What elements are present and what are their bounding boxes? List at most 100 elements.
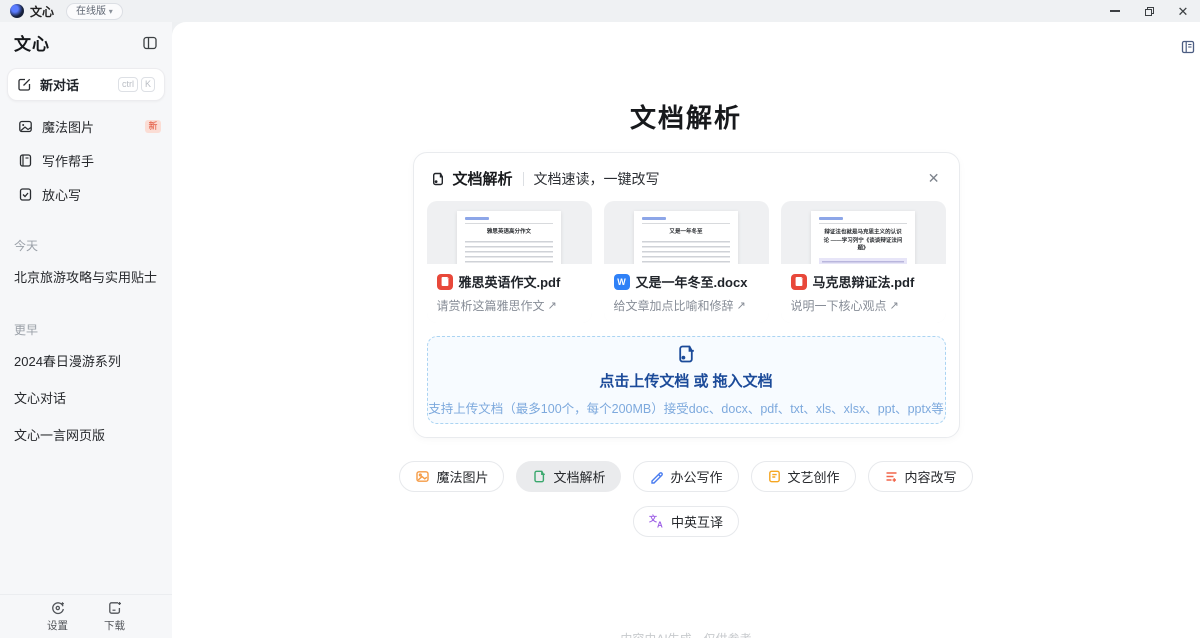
app-name: 文心 bbox=[30, 3, 54, 20]
upload-hint: 支持上传文档（最多100个，每个200MB）接受doc、docx、pdf、txt… bbox=[428, 398, 943, 417]
promo-header: 文档解析 文档速读，一键改写 ✕ bbox=[427, 166, 946, 189]
pdf-file-icon bbox=[437, 274, 453, 290]
quick-action-label: 内容改写 bbox=[905, 467, 957, 486]
quick-action-label: 办公写作 bbox=[670, 467, 722, 486]
new-badge: 新 bbox=[145, 120, 161, 133]
preview-label-bar bbox=[642, 217, 666, 220]
promo-title: 文档解析 bbox=[453, 168, 513, 189]
preview-rule bbox=[642, 223, 730, 224]
ai-disclaimer: 内容由AI生成，仅供参考 bbox=[172, 630, 1200, 638]
quick-action-translate[interactable]: 文A 中英互译 bbox=[633, 506, 739, 537]
example-doc-card-winter[interactable]: 又是一年冬至 W 又是一年冬至.docx 给文章加点比喻和修辞 ↗ bbox=[604, 201, 769, 323]
preview-rule bbox=[819, 223, 907, 224]
doc-prompt: 说明一下核心观点 ↗ bbox=[791, 297, 936, 314]
gear-icon bbox=[50, 600, 66, 616]
close-button[interactable]: ✕ bbox=[1166, 0, 1200, 22]
notebook-icon bbox=[18, 153, 33, 168]
document-icon bbox=[535, 471, 545, 481]
document-edit-icon bbox=[769, 471, 778, 481]
doc-parse-icon bbox=[430, 171, 446, 187]
quick-action-office-writing[interactable]: 办公写作 bbox=[633, 461, 738, 492]
preview-label-bar bbox=[465, 217, 489, 220]
divider bbox=[523, 172, 524, 186]
download-button[interactable]: 下载 bbox=[104, 600, 125, 633]
example-docs: 雅思英语高分作文 雅思英语作文.pdf 请赏析这篇雅思作文 ↗ bbox=[427, 201, 946, 323]
sidebar-collapse-button[interactable] bbox=[142, 35, 158, 51]
preview-title: 又是一年冬至 bbox=[646, 228, 727, 236]
sidebar-item-label: 魔法图片 bbox=[42, 117, 94, 136]
quick-action-literary-creation[interactable]: 文艺创作 bbox=[751, 461, 856, 492]
image-icon bbox=[417, 472, 428, 481]
history-section-today: 今天 bbox=[0, 211, 172, 258]
sidebar-item-safe-write[interactable]: 放心写 bbox=[0, 177, 172, 211]
preview-label-bar bbox=[819, 217, 843, 220]
sidebar-item-label: 写作帮手 bbox=[42, 151, 94, 170]
upload-title: 点击上传文档 或 拖入文档 bbox=[599, 370, 772, 391]
example-doc-card-ielts[interactable]: 雅思英语高分作文 雅思英语作文.pdf 请赏析这篇雅思作文 ↗ bbox=[427, 201, 592, 323]
file-name: 雅思英语作文.pdf bbox=[459, 272, 561, 291]
svg-text:A: A bbox=[657, 521, 663, 530]
preview-title: 雅思英语高分作文 bbox=[469, 228, 550, 236]
new-chat-icon bbox=[17, 77, 32, 92]
right-panel-toggle-button[interactable] bbox=[1181, 40, 1195, 54]
file-name: 又是一年冬至.docx bbox=[636, 272, 748, 291]
doc-prompt: 给文章加点比喻和修辞 ↗ bbox=[614, 297, 759, 314]
upload-doc-icon bbox=[675, 343, 697, 365]
promo-close-button[interactable]: ✕ bbox=[925, 170, 943, 187]
window-controls: ✕ bbox=[1098, 0, 1200, 22]
promo-subtitle: 文档速读，一键改写 bbox=[534, 169, 660, 189]
quick-action-magic-images[interactable]: 魔法图片 bbox=[399, 461, 504, 492]
preview-title: 辩证法也就是马克思主义的认识论 ——学习列宁《谈谈辩证法问题》 bbox=[823, 229, 904, 253]
minimize-button[interactable] bbox=[1098, 0, 1132, 22]
chevron-down-icon: ▾ bbox=[109, 7, 113, 16]
document-check-icon bbox=[18, 187, 33, 202]
settings-button[interactable]: 设置 bbox=[47, 600, 68, 633]
main-content: 文档解析 文档解析 文档速读，一键改写 ✕ 雅思英语高分作文 bbox=[172, 22, 1200, 638]
doc-info: W 又是一年冬至.docx 给文章加点比喻和修辞 ↗ bbox=[604, 264, 769, 323]
doc-parse-promo-card: 文档解析 文档速读，一键改写 ✕ 雅思英语高分作文 雅思英语作文.pdf bbox=[413, 152, 960, 438]
titlebar: 文心 在线版 ▾ ✕ bbox=[0, 0, 1200, 22]
download-icon bbox=[107, 600, 123, 616]
download-label: 下载 bbox=[104, 618, 125, 633]
shortcut-k: K bbox=[141, 77, 155, 92]
quick-action-label: 魔法图片 bbox=[436, 467, 488, 486]
panel-icon bbox=[1181, 40, 1195, 54]
arrow-up-right-icon: ↗ bbox=[548, 299, 557, 312]
quick-action-content-rewrite[interactable]: 内容改写 bbox=[868, 461, 973, 492]
history-item[interactable]: 文心对话 bbox=[0, 379, 172, 416]
history-item[interactable]: 北京旅游攻略与实用贴士 bbox=[0, 258, 172, 295]
quick-action-doc-parse[interactable]: 文档解析 bbox=[516, 461, 621, 492]
shortcut-badges: ctrl K bbox=[118, 77, 155, 92]
example-doc-card-marx[interactable]: 辩证法也就是马克思主义的认识论 ——学习列宁《谈谈辩证法问题》 马克思辩证法.p… bbox=[781, 201, 946, 323]
sidebar-item-writing-helper[interactable]: 写作帮手 bbox=[0, 143, 172, 177]
sidebar-item-label: 放心写 bbox=[42, 185, 81, 204]
settings-label: 设置 bbox=[47, 618, 68, 633]
arrow-up-right-icon: ↗ bbox=[890, 299, 899, 312]
shortcut-ctrl: ctrl bbox=[118, 77, 138, 92]
close-icon: ✕ bbox=[1178, 5, 1189, 18]
doc-prompt: 请赏析这篇雅思作文 ↗ bbox=[437, 297, 582, 314]
quick-action-label: 文档解析 bbox=[553, 467, 605, 486]
app-logo-icon bbox=[10, 4, 24, 18]
maximize-button[interactable] bbox=[1132, 0, 1166, 22]
preview-rule bbox=[465, 223, 553, 224]
version-dropdown[interactable]: 在线版 ▾ bbox=[66, 3, 123, 20]
sidebar: 文心 新对话 ctrl K 魔法图片 新 写作帮手 放心写 今天 北京旅游攻略与… bbox=[0, 22, 172, 638]
history-item[interactable]: 2024春日漫游系列 bbox=[0, 342, 172, 379]
arrow-up-right-icon: ↗ bbox=[737, 299, 746, 312]
minimize-icon bbox=[1110, 10, 1120, 12]
sidebar-item-magic-images[interactable]: 魔法图片 新 bbox=[0, 109, 172, 143]
word-file-icon: W bbox=[614, 274, 630, 290]
collapse-panel-icon bbox=[142, 35, 158, 51]
new-chat-button[interactable]: 新对话 ctrl K bbox=[7, 68, 165, 101]
pdf-file-icon bbox=[791, 274, 807, 290]
new-chat-label: 新对话 bbox=[40, 75, 79, 94]
quick-actions-row-2: 文A 中英互译 bbox=[172, 506, 1200, 537]
sidebar-nav: 魔法图片 新 写作帮手 放心写 bbox=[0, 109, 172, 211]
page-title: 文档解析 bbox=[172, 98, 1200, 135]
history-item[interactable]: 文心一言网页版 bbox=[0, 416, 172, 453]
quick-actions-row-1: 魔法图片 文档解析 办公写作 文艺创作 内容改写 bbox=[172, 461, 1200, 492]
upload-dropzone[interactable]: 点击上传文档 或 拖入文档 支持上传文档（最多100个，每个200MB）接受do… bbox=[427, 336, 946, 424]
sidebar-logo: 文心 bbox=[14, 30, 50, 55]
image-icon bbox=[18, 119, 33, 134]
